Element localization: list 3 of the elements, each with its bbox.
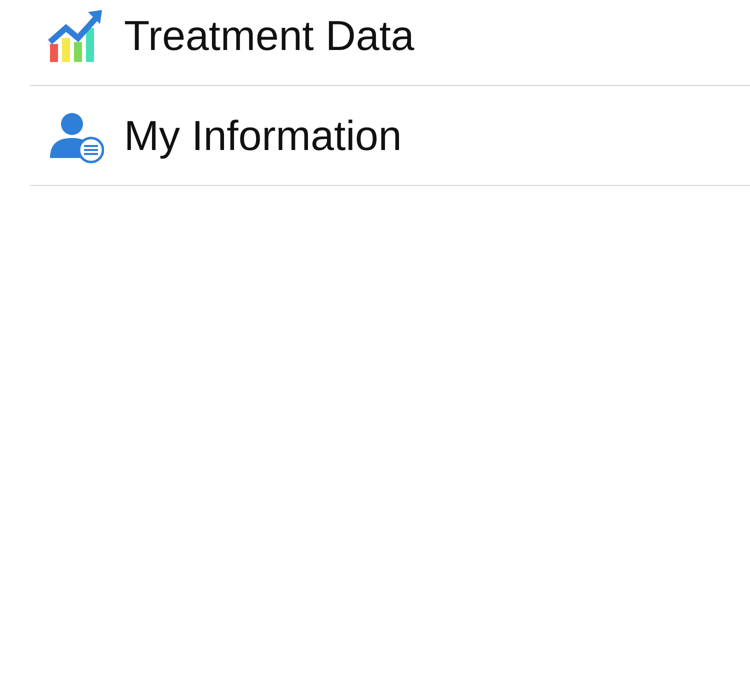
menu-item[interactable]: Treatment Data bbox=[30, 0, 750, 86]
bar-chart-icon bbox=[48, 8, 104, 64]
menu-item[interactable]: My Information bbox=[30, 86, 750, 186]
